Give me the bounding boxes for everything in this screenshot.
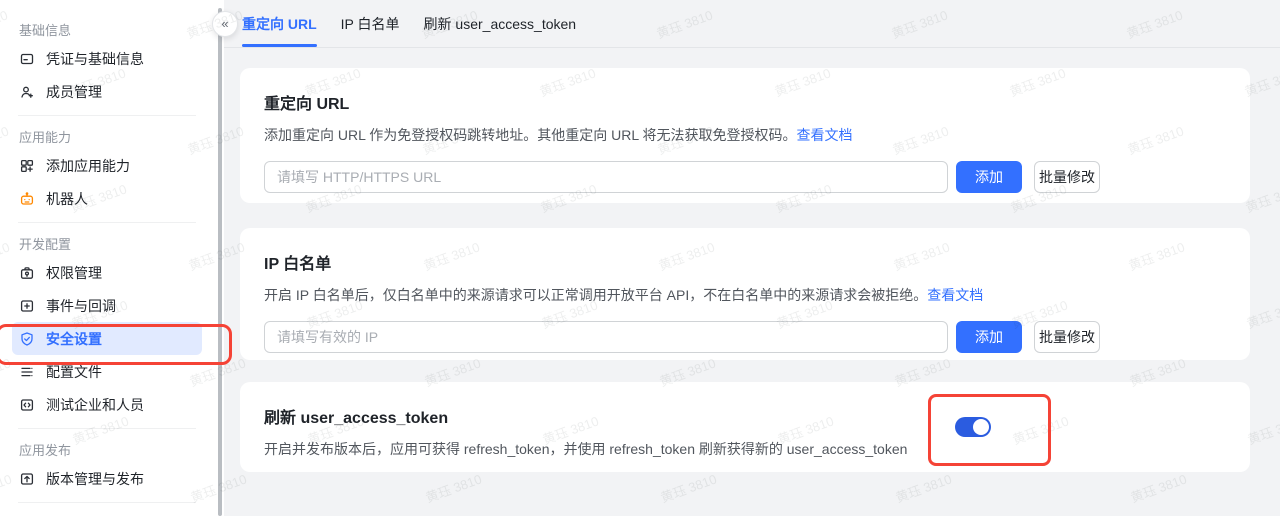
tab-redirect-url[interactable]: 重定向 URL — [242, 0, 317, 47]
sidebar-scrollbar[interactable] — [218, 8, 222, 516]
sidebar-item-label: 成员管理 — [46, 82, 102, 102]
card-description: 开启 IP 白名单后，仅白名单中的来源请求可以正常调用开放平台 API，不在白名… — [264, 285, 1226, 305]
sidebar-section-header: 应用发布 — [12, 436, 202, 462]
sidebar-item-credential[interactable]: 凭证与基础信息 — [12, 42, 202, 75]
card-title: 刷新 user_access_token — [264, 404, 1226, 428]
view-docs-link[interactable]: 查看文档 — [927, 287, 983, 303]
refresh-token-toggle[interactable] — [955, 417, 991, 437]
sidebar-item-security[interactable]: 安全设置 — [12, 322, 202, 355]
card-refresh-token: 刷新 user_access_token 开启并发布版本后，应用可获得 refre… — [240, 382, 1250, 472]
sidebar-item-label: 安全设置 — [46, 329, 102, 349]
code-icon — [19, 397, 35, 413]
card-description-text: 添加重定向 URL 作为免登授权码跳转地址。其他重定向 URL 将无法获取免登授… — [264, 127, 797, 143]
sidebar-item-config-file[interactable]: 配置文件 — [12, 355, 202, 388]
sidebar-item-label: 版本管理与发布 — [46, 469, 144, 489]
sidebar-item-label: 机器人 — [46, 189, 88, 209]
sidebar-item-members[interactable]: 成员管理 — [12, 75, 202, 108]
ip-whitelist-input[interactable] — [264, 321, 948, 353]
sidebar: 基础信息凭证与基础信息成员管理应用能力添加应用能力机器人开发配置权限管理事件与回… — [0, 0, 212, 516]
card-description: 添加重定向 URL 作为免登授权码跳转地址。其他重定向 URL 将无法获取免登授… — [264, 125, 1226, 145]
sidebar-item-event-callback[interactable]: 事件与回调 — [12, 289, 202, 322]
batch-edit-button[interactable]: 批量修改 — [1034, 321, 1100, 353]
release-icon — [19, 471, 35, 487]
sidebar-item-test-company[interactable]: 测试企业和人员 — [12, 388, 202, 421]
tab-bar: 重定向 URL IP 白名单刷新 user_access_token — [224, 0, 1280, 48]
add-button[interactable]: 添加 — [956, 321, 1022, 353]
card-input-row: 添加批量修改 — [264, 321, 1226, 353]
toggle-knob — [973, 419, 989, 435]
card-input-row: 添加批量修改 — [264, 161, 1226, 193]
tab-refresh-token[interactable]: 刷新 user_access_token — [424, 0, 577, 47]
sidebar-item-permission[interactable]: 权限管理 — [12, 256, 202, 289]
chevron-double-left-icon: « — [221, 16, 228, 31]
sidebar-item-label: 凭证与基础信息 — [46, 49, 144, 69]
card-title: 重定向 URL — [264, 90, 1226, 114]
card-description-text: 开启 IP 白名单后，仅白名单中的来源请求可以正常调用开放平台 API，不在白名… — [264, 287, 927, 303]
collapse-sidebar-button[interactable]: « — [212, 11, 238, 37]
sidebar-divider — [18, 502, 196, 503]
card-ip-whitelist: IP 白名单开启 IP 白名单后，仅白名单中的来源请求可以正常调用开放平台 AP… — [240, 228, 1250, 360]
view-docs-link[interactable]: 查看文档 — [797, 127, 853, 143]
card-description-text: 开启并发布版本后，应用可获得 refresh_token，并使用 refresh… — [264, 441, 907, 457]
sidebar-item-label: 配置文件 — [46, 362, 102, 382]
config-file-icon — [19, 364, 35, 380]
sidebar-section-header: 开发配置 — [12, 230, 202, 256]
tab-ip-whitelist[interactable]: IP 白名单 — [341, 0, 400, 47]
sidebar-item-label: 测试企业和人员 — [46, 395, 144, 415]
card-title: IP 白名单 — [264, 250, 1226, 274]
add-button[interactable]: 添加 — [956, 161, 1022, 193]
card-description: 开启并发布版本后，应用可获得 refresh_token，并使用 refresh… — [264, 439, 1226, 459]
permission-icon — [19, 265, 35, 281]
event-icon — [19, 298, 35, 314]
sidebar-item-label: 添加应用能力 — [46, 156, 130, 176]
redirect-url-input[interactable] — [264, 161, 948, 193]
sidebar-section-header: 应用能力 — [12, 123, 202, 149]
main-content: « 重定向 URLIP 白名单刷新 user_access_token 重定向 … — [224, 0, 1280, 516]
member-icon — [19, 84, 35, 100]
sidebar-divider — [18, 222, 196, 223]
add-capability-icon — [19, 158, 35, 174]
robot-icon — [19, 191, 35, 207]
security-icon — [19, 331, 35, 347]
sidebar-divider — [18, 115, 196, 116]
sidebar-item-label: 事件与回调 — [46, 296, 116, 316]
sidebar-divider — [18, 428, 196, 429]
sidebar-item-add-capability[interactable]: 添加应用能力 — [12, 149, 202, 182]
sidebar-item-robot[interactable]: 机器人 — [12, 182, 202, 215]
card-redirect-url: 重定向 URL 添加重定向 URL 作为免登授权码跳转地址。其他重定向 URL 将… — [240, 68, 1250, 203]
batch-edit-button[interactable]: 批量修改 — [1034, 161, 1100, 193]
sidebar-item-version-release[interactable]: 版本管理与发布 — [12, 462, 202, 495]
credential-icon — [19, 51, 35, 67]
sidebar-section-header: 基础信息 — [12, 16, 202, 42]
sidebar-item-label: 权限管理 — [46, 263, 102, 283]
